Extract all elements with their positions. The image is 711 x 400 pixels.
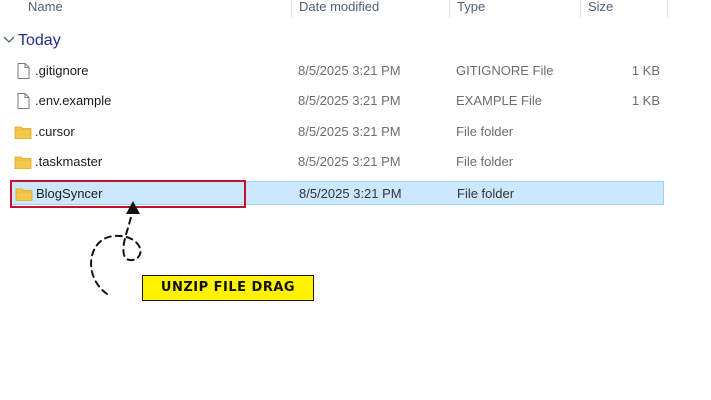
file-date-modified: 8/5/2025 3:21 PM: [298, 63, 401, 78]
file-row[interactable]: .gitignore 8/5/2025 3:21 PM GITIGNORE File…: [10, 59, 664, 83]
column-type[interactable]: Type: [457, 0, 485, 16]
column-divider[interactable]: [580, 0, 581, 18]
file-row[interactable]: .cursor 8/5/2025 3:21 PM File folder: [10, 120, 664, 144]
file-type: File folder: [456, 124, 514, 139]
column-header: Name Date modified Type Size: [0, 0, 711, 18]
file-icon: [14, 62, 32, 80]
column-divider[interactable]: [667, 0, 668, 18]
dashed-drag-path: [90, 209, 142, 295]
file-type: EXAMPLE File: [456, 93, 542, 108]
file-name: .taskmaster: [35, 154, 103, 169]
chevron-down-icon[interactable]: [2, 33, 16, 47]
file-size: 1 KB: [631, 93, 660, 108]
column-name[interactable]: Name: [28, 0, 63, 16]
file-name: .cursor: [35, 124, 75, 139]
file-name: .env.example: [35, 93, 112, 108]
file-date-modified: 8/5/2025 3:21 PM: [298, 93, 401, 108]
column-size[interactable]: Size: [588, 0, 613, 16]
file-name: .gitignore: [35, 63, 89, 78]
file-date-modified: 8/5/2025 3:21 PM: [299, 186, 402, 201]
file-size: 1 KB: [631, 63, 660, 78]
folder-icon: [14, 153, 32, 171]
file-date-modified: 8/5/2025 3:21 PM: [298, 124, 401, 139]
highlight-box: [10, 180, 246, 208]
group-label: Today: [18, 32, 61, 49]
file-row[interactable]: .taskmaster 8/5/2025 3:21 PM File folder: [10, 150, 664, 174]
column-date-modified[interactable]: Date modified: [299, 0, 379, 16]
callout-label: UNZIP FILE DRAG: [142, 275, 314, 301]
file-icon: [14, 92, 32, 110]
file-type: GITIGNORE File: [456, 63, 554, 78]
file-type: File folder: [457, 186, 515, 201]
group-header-today[interactable]: Today: [0, 28, 711, 52]
file-date-modified: 8/5/2025 3:21 PM: [298, 154, 401, 169]
folder-icon: [14, 123, 32, 141]
file-type: File folder: [456, 154, 514, 169]
column-divider[interactable]: [449, 0, 450, 18]
column-divider[interactable]: [291, 0, 292, 18]
file-row[interactable]: .env.example 8/5/2025 3:21 PM EXAMPLE File…: [10, 89, 664, 113]
